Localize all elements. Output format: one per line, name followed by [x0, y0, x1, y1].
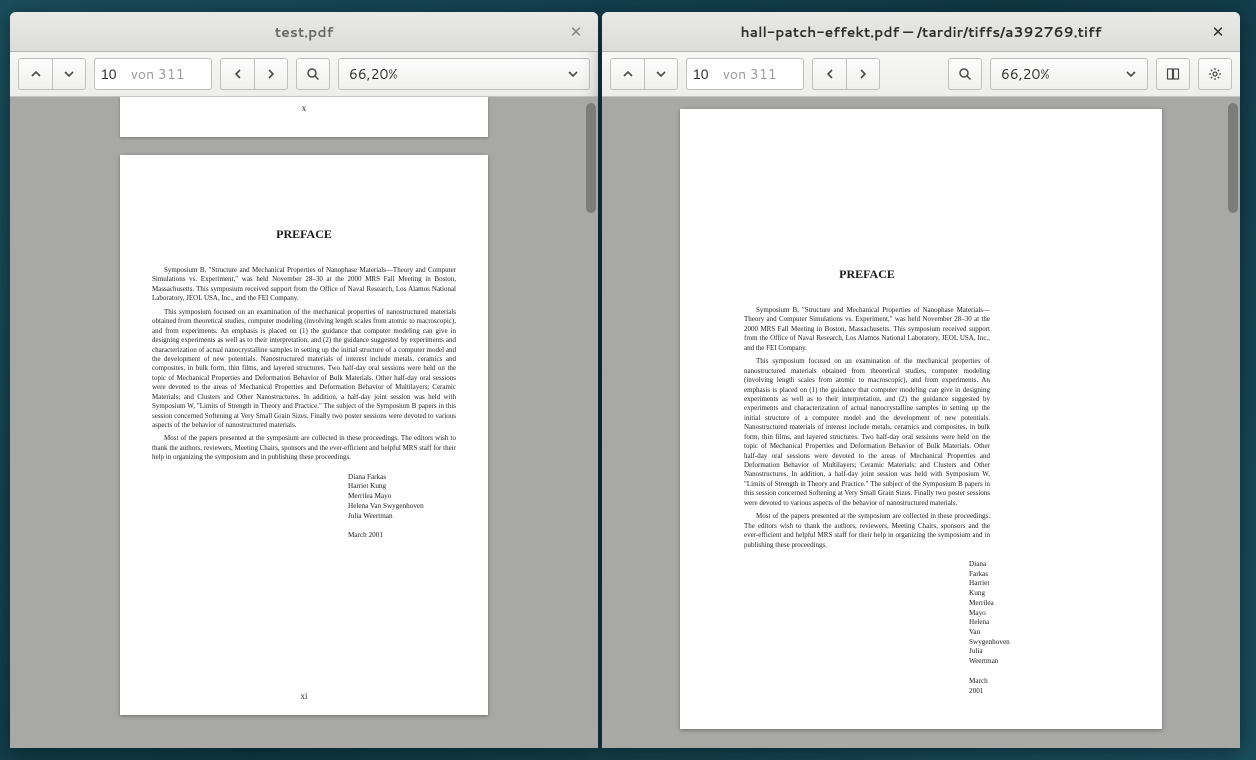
close-button[interactable]: ✕: [1202, 16, 1234, 48]
history-forward-button[interactable]: [846, 58, 880, 90]
page-number-field[interactable]: von 311: [686, 58, 804, 90]
history-forward-button[interactable]: [254, 58, 288, 90]
document-viewport[interactable]: PREFACE Symposium B, "Structure and Mech…: [602, 97, 1240, 748]
paragraph: Most of the papers presented at the symp…: [152, 434, 456, 462]
prev-page-button[interactable]: [18, 58, 52, 90]
close-icon: ✕: [1212, 21, 1225, 42]
scrollbar-thumb[interactable]: [586, 103, 596, 213]
document-page: PREFACE Symposium B, "Structure and Mech…: [120, 155, 488, 715]
pdf-viewer-window-right: hall-patch-effekt.pdf — /tardir/tiffs/a3…: [602, 12, 1240, 748]
chevron-down-icon: [63, 68, 75, 80]
page-number-input[interactable]: [101, 66, 129, 82]
page-number-input[interactable]: [693, 66, 721, 82]
zoom-select[interactable]: 66,20%: [990, 58, 1148, 90]
previous-page-tail: x: [120, 97, 488, 137]
page-heading: PREFACE: [744, 197, 990, 282]
scrollbar-thumb[interactable]: [1228, 103, 1238, 213]
zoom-value: 66,20%: [349, 64, 398, 84]
author: Harriet Kung: [969, 579, 990, 598]
history-back-button[interactable]: [220, 58, 254, 90]
dual-page-icon: [1166, 67, 1180, 81]
authors-block: Diana Farkas Harriet Kung Merrilea Mayo …: [969, 560, 990, 696]
window-title: test.pdf: [10, 22, 598, 42]
dropdown-icon: [567, 68, 579, 80]
author: Julia Weertman: [348, 512, 456, 522]
author: Harriet Kung: [348, 482, 456, 492]
close-button[interactable]: ✕: [560, 16, 592, 48]
paragraph: This symposium focused on an examination…: [152, 308, 456, 431]
paragraph: This symposium focused on an examination…: [744, 357, 990, 508]
page-total-label: von 311: [723, 64, 777, 84]
history-nav-group: [812, 58, 880, 90]
search-icon: [306, 67, 320, 81]
titlebar[interactable]: hall-patch-effekt.pdf — /tardir/tiffs/a3…: [602, 12, 1240, 52]
search-button[interactable]: [948, 58, 982, 90]
toolbar: von 311 66,20%: [10, 52, 598, 97]
author: Merrilea Mayo: [348, 492, 456, 502]
dual-page-button[interactable]: [1156, 58, 1190, 90]
settings-button[interactable]: [1198, 58, 1232, 90]
pdf-viewer-window-left: test.pdf ✕ von 311: [10, 12, 598, 748]
page-nav-group: [610, 58, 678, 90]
author: Diana Farkas: [969, 560, 990, 579]
paragraph: Symposium B, "Structure and Mechanical P…: [152, 266, 456, 304]
page-total-label: von 311: [131, 64, 185, 84]
window-title: hall-patch-effekt.pdf — /tardir/tiffs/a3…: [602, 22, 1240, 42]
page-marker: xi: [300, 691, 307, 701]
author: Merrilea Mayo: [969, 599, 990, 618]
authors-block: Diana Farkas Harriet Kung Merrilea Mayo …: [348, 473, 456, 541]
zoom-value: 66,20%: [1001, 64, 1050, 84]
chevron-down-icon: [655, 68, 667, 80]
search-icon: [958, 67, 972, 81]
chevron-up-icon: [30, 68, 42, 80]
search-button[interactable]: [296, 58, 330, 90]
page-marker: x: [302, 103, 307, 113]
dropdown-icon: [1125, 68, 1137, 80]
author: Diana Farkas: [348, 473, 456, 483]
close-icon: ✕: [570, 21, 583, 42]
chevron-up-icon: [622, 68, 634, 80]
history-back-button[interactable]: [812, 58, 846, 90]
page-number-field[interactable]: von 311: [94, 58, 212, 90]
author: Helena Van Swygenhoven: [348, 502, 456, 512]
chevron-left-icon: [232, 68, 244, 80]
chevron-right-icon: [265, 68, 277, 80]
document-viewport[interactable]: x PREFACE Symposium B, "Structure and Me…: [10, 97, 598, 748]
next-page-button[interactable]: [52, 58, 86, 90]
history-nav-group: [220, 58, 288, 90]
document-date: March 2001: [969, 677, 990, 696]
next-page-button[interactable]: [644, 58, 678, 90]
document-page: PREFACE Symposium B, "Structure and Mech…: [680, 109, 1162, 729]
zoom-select[interactable]: 66,20%: [338, 58, 590, 90]
page-nav-group: [18, 58, 86, 90]
toolbar: von 311 66,20%: [602, 52, 1240, 97]
paragraph: Most of the papers presented at the symp…: [744, 512, 990, 550]
chevron-right-icon: [857, 68, 869, 80]
author: Helena Van Swygenhoven: [969, 618, 990, 647]
author: Julia Weertman: [969, 647, 990, 666]
paragraph: Symposium B, "Structure and Mechanical P…: [744, 306, 990, 353]
gear-icon: [1208, 67, 1222, 81]
chevron-left-icon: [824, 68, 836, 80]
titlebar[interactable]: test.pdf ✕: [10, 12, 598, 52]
prev-page-button[interactable]: [610, 58, 644, 90]
document-date: March 2001: [348, 531, 456, 541]
page-heading: PREFACE: [152, 227, 456, 242]
